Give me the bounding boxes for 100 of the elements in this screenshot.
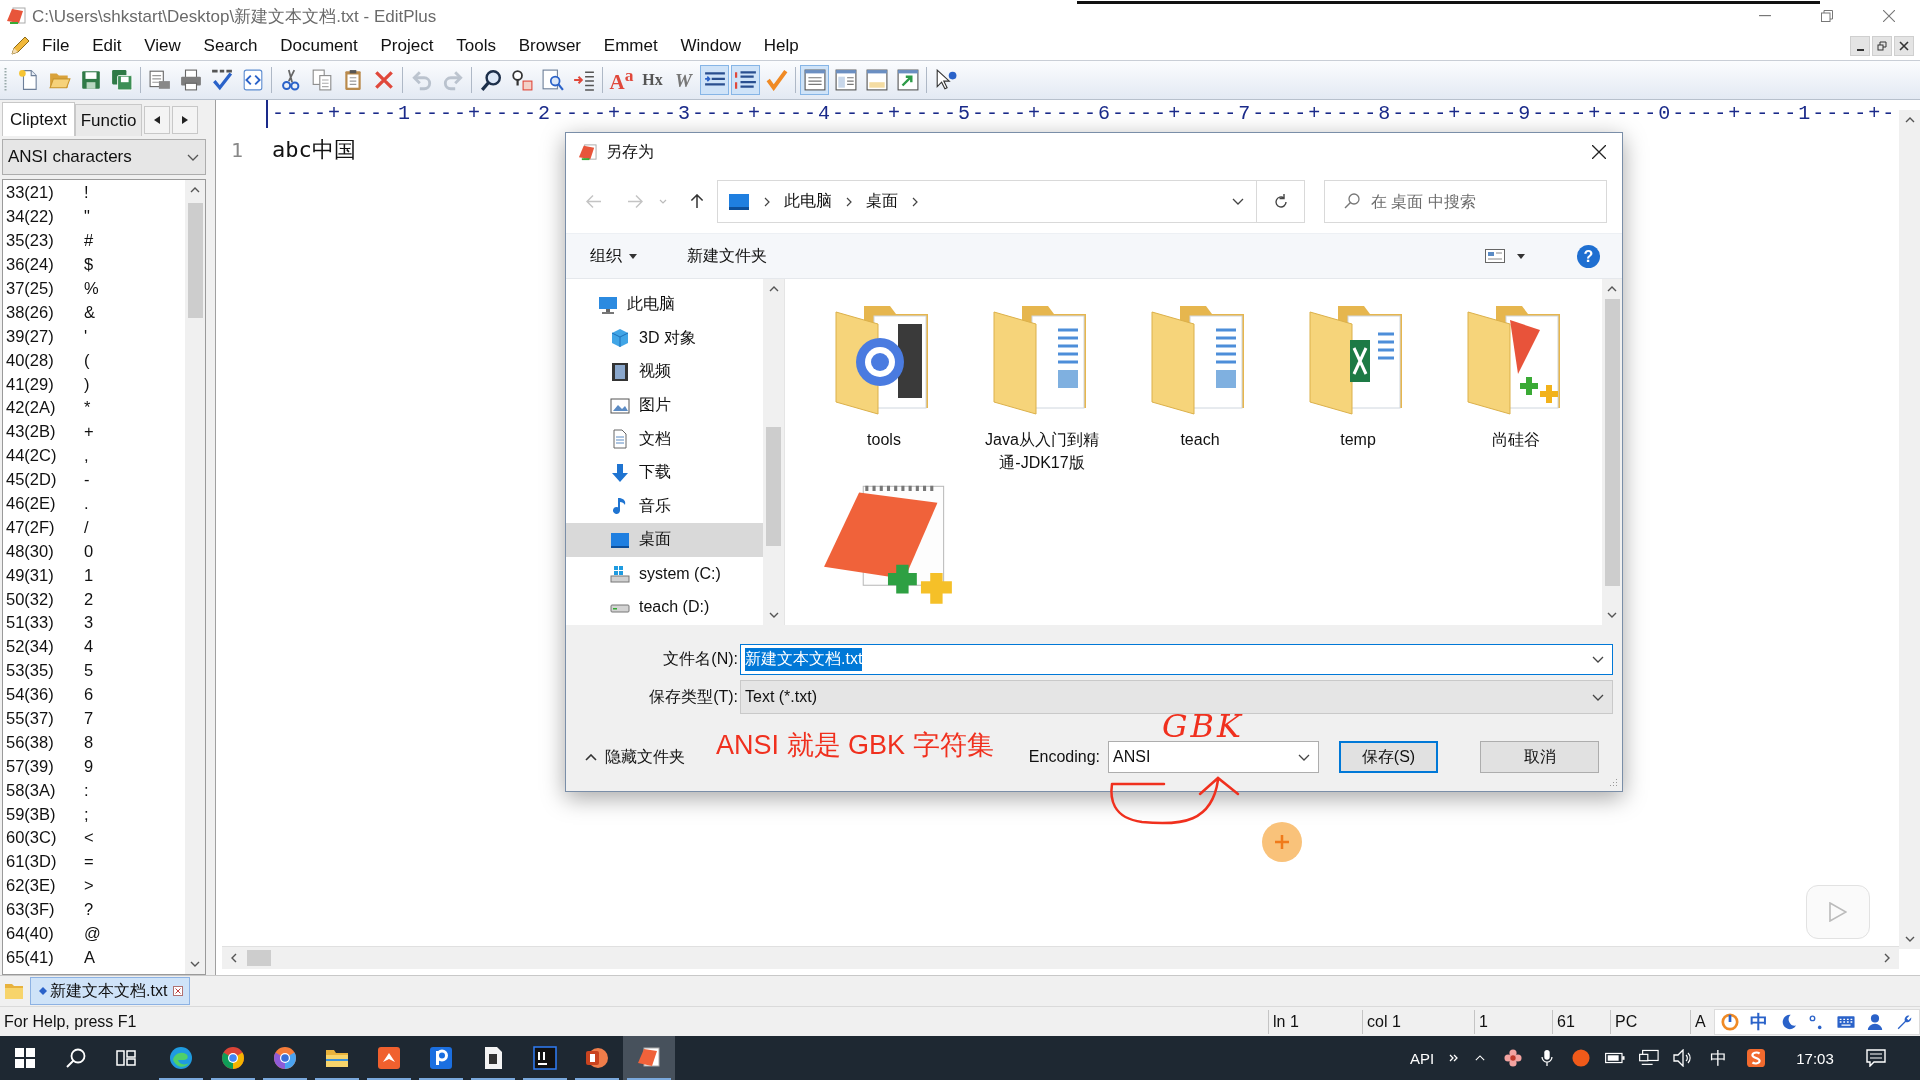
address-bar[interactable]: 此电脑 桌面 xyxy=(717,180,1257,223)
menu-item[interactable]: Project xyxy=(369,34,445,58)
character-code[interactable]: 64(40) xyxy=(3,924,84,944)
network-icon[interactable] xyxy=(1639,1049,1659,1067)
panel-tab[interactable]: Cliptext xyxy=(2,102,75,136)
hex-button[interactable]: Hx xyxy=(638,65,667,95)
character-code[interactable]: 47(2F) xyxy=(3,517,84,537)
hide-folders-button[interactable]: 隐藏文件夹 xyxy=(583,742,687,772)
character[interactable]: ; xyxy=(84,804,89,824)
character-code[interactable]: 50(32) xyxy=(3,589,84,609)
character[interactable]: ( xyxy=(84,350,90,370)
save-button[interactable]: 保存(S) xyxy=(1339,741,1438,773)
character[interactable]: 6 xyxy=(84,685,94,705)
character[interactable]: * xyxy=(84,398,91,418)
new-folder-button[interactable]: 新建文件夹 xyxy=(683,241,771,271)
font-button[interactable]: A$^{a}$ xyxy=(607,65,636,95)
file-name-field[interactable]: 新建文本文档.txt xyxy=(740,644,1613,675)
tray-label[interactable]: API xyxy=(1400,1049,1444,1067)
scroll-right-button[interactable] xyxy=(172,106,199,134)
character[interactable]: + xyxy=(84,422,94,442)
item-label[interactable]: tools xyxy=(819,428,949,451)
scrollbar[interactable] xyxy=(1602,279,1622,625)
character[interactable]: = xyxy=(84,852,94,872)
item-label[interactable]: Java从入门到精通-JDK17版 xyxy=(977,428,1107,474)
character[interactable]: < xyxy=(84,828,94,848)
clock[interactable]: 17:03 xyxy=(1776,1049,1854,1067)
character-code[interactable]: 40(28) xyxy=(3,350,84,370)
character[interactable]: % xyxy=(84,279,99,298)
navigation-item[interactable]: 此电脑 xyxy=(566,288,763,322)
input-mode-label[interactable]: 中 xyxy=(1749,1009,1768,1034)
character[interactable]: > xyxy=(84,876,94,896)
close-document-button[interactable] xyxy=(1894,36,1914,56)
vertical-scrollbar[interactable] xyxy=(1899,110,1920,949)
navigation-item[interactable]: 下载 xyxy=(566,455,763,490)
help-button[interactable]: ? xyxy=(1577,244,1600,268)
scrollbar-thumb[interactable] xyxy=(187,203,203,318)
character[interactable]: 8 xyxy=(84,732,94,752)
character[interactable]: ' xyxy=(84,326,88,346)
character-code[interactable]: 56(38) xyxy=(3,732,84,752)
navigation-item[interactable]: system (C:) xyxy=(566,556,763,591)
character-code[interactable]: 49(31) xyxy=(3,565,84,585)
input-method-icon[interactable] xyxy=(1746,1049,1766,1067)
menu-item[interactable]: Browser xyxy=(507,34,593,58)
navigation-item[interactable]: 视频 xyxy=(566,355,763,389)
scrollbar-thumb[interactable] xyxy=(1604,299,1620,586)
menu-item[interactable]: Document xyxy=(268,34,370,58)
character-code[interactable]: 57(39) xyxy=(3,756,84,776)
scroll-left-button[interactable] xyxy=(144,106,171,134)
menu-item[interactable]: File xyxy=(32,34,81,58)
character[interactable]: " xyxy=(84,207,90,227)
file-type-dropdown[interactable]: Text (*.txt) xyxy=(740,680,1613,714)
scrollbar-thumb[interactable] xyxy=(766,427,781,546)
encoding-dropdown[interactable]: ANSI xyxy=(1108,741,1319,773)
character[interactable]: 3 xyxy=(84,613,94,633)
scrollbar-thumb[interactable] xyxy=(247,950,271,966)
character-code[interactable]: 43(2B) xyxy=(3,422,84,442)
scrollbar[interactable] xyxy=(185,180,205,974)
character[interactable]: ) xyxy=(84,374,90,394)
item-label[interactable]: 尚硅谷 xyxy=(1451,428,1581,451)
character[interactable]: 7 xyxy=(84,709,94,729)
character-code[interactable]: 45(2D) xyxy=(3,470,84,490)
character[interactable]: 4 xyxy=(84,637,94,657)
organize-menu-button[interactable]: 组织 xyxy=(586,241,641,271)
tab-label[interactable]: 新建文本文档.txt xyxy=(50,980,168,1002)
character-code[interactable]: 52(34) xyxy=(3,637,84,657)
character[interactable]: 2 xyxy=(84,589,94,609)
character[interactable]: ! xyxy=(84,183,89,203)
character-code[interactable]: 53(35) xyxy=(3,661,84,681)
breadcrumb-item[interactable]: 桌面 xyxy=(866,191,898,212)
double-chevron-icon[interactable] xyxy=(1449,1054,1459,1062)
restore-document-button[interactable] xyxy=(1872,36,1892,56)
character-code[interactable]: 63(3F) xyxy=(3,900,84,920)
character[interactable]: - xyxy=(84,470,90,490)
line-numbers-button[interactable] xyxy=(731,65,760,95)
character-code[interactable]: 35(23) xyxy=(3,231,84,251)
wrap-lines-button[interactable] xyxy=(700,65,729,95)
character-code[interactable]: 62(3E) xyxy=(3,876,84,896)
menu-item[interactable]: Edit xyxy=(80,34,133,58)
item-label[interactable]: teach xyxy=(1135,428,1265,451)
word-button[interactable]: W xyxy=(669,65,698,95)
character-code[interactable]: 54(36) xyxy=(3,685,84,705)
character[interactable]: 5 xyxy=(84,661,94,681)
character-code[interactable]: 48(30) xyxy=(3,541,84,561)
menu-item[interactable]: Tools xyxy=(444,34,508,58)
close-icon[interactable] xyxy=(173,986,184,996)
menu-item[interactable]: Help xyxy=(752,34,811,58)
navigation-item[interactable]: 音乐 xyxy=(566,489,763,524)
scrollbar[interactable] xyxy=(763,279,784,625)
character-code[interactable]: 44(2C) xyxy=(3,446,84,466)
minimize-document-button[interactable] xyxy=(1850,36,1870,56)
character[interactable]: # xyxy=(84,231,94,251)
notification-icon[interactable] xyxy=(1866,1049,1886,1067)
navigation-item[interactable]: 图片 xyxy=(566,388,763,423)
character-code[interactable]: 65(41) xyxy=(3,947,84,967)
character-code[interactable]: 38(26) xyxy=(3,302,84,322)
character[interactable]: $ xyxy=(84,255,94,275)
character[interactable]: 1 xyxy=(84,565,94,585)
input-language-label[interactable]: 中 xyxy=(1700,1046,1736,1070)
search-field[interactable]: 在 桌面 中搜索 xyxy=(1324,180,1607,223)
round-app-icon[interactable] xyxy=(1571,1049,1591,1067)
